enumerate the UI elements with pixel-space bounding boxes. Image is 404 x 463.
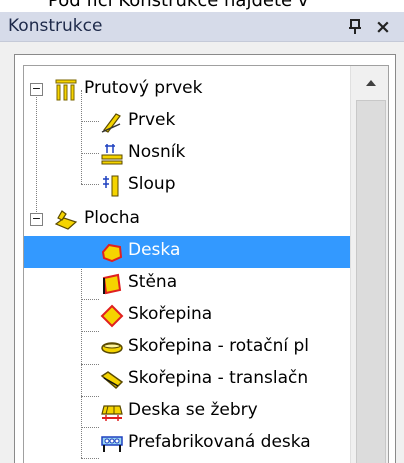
tree-item-stena[interactable]: Stěna (24, 268, 350, 300)
tree-item-skorepina[interactable]: Skořepina (24, 300, 350, 332)
rotational-shell-icon (101, 342, 123, 354)
tree-item-skorepina-translacni[interactable]: Skořepina - translačn (24, 364, 350, 396)
tree-item-member-group[interactable]: − Prutový prvek (24, 74, 350, 106)
panel-body: − Prutový prvek Prvek Nosník Sloup − Plo… (0, 42, 404, 463)
collapse-toggle[interactable]: − (30, 83, 43, 96)
scroll-thumb[interactable] (356, 100, 386, 463)
collapse-toggle[interactable]: − (30, 213, 43, 226)
ribbed-plate-icon (101, 405, 123, 421)
tree-item-deska-se-zebry[interactable]: Deska se žebry (24, 396, 350, 428)
tree-item-surface-group[interactable]: − Plocha (24, 204, 350, 236)
panel-title-bar: Konstrukce × (0, 12, 404, 42)
tree-view[interactable]: − Prutový prvek Prvek Nosník Sloup − Plo… (23, 65, 389, 463)
column-icon (103, 175, 119, 197)
member-group-icon (55, 79, 77, 101)
wall-icon (102, 273, 122, 295)
member-icon (101, 113, 121, 133)
tree-item-label: Deska se žebry (128, 400, 258, 420)
precast-plate-icon (101, 436, 123, 452)
surface-group-icon (54, 210, 78, 230)
tree-item-label: Deska (126, 239, 183, 261)
arrow-up-icon (366, 80, 376, 86)
close-icon: × (375, 16, 391, 38)
tree-item-prvek[interactable]: Prvek (24, 106, 350, 138)
tree-frame: − Prutový prvek Prvek Nosník Sloup − Plo… (14, 54, 396, 463)
tree-item-label: Skořepina - translačn (128, 368, 309, 388)
panel-title: Konstrukce (8, 16, 103, 36)
pin-icon (349, 19, 361, 34)
tree-item-sloup[interactable]: Sloup (24, 170, 350, 202)
scroll-up-button[interactable] (351, 66, 388, 100)
tree-item-label: Skořepina - rotační pl (128, 336, 310, 356)
tree-item-label: Skořepina (128, 304, 213, 324)
close-button[interactable]: × (372, 16, 394, 38)
tree-item-label: Plocha (84, 208, 140, 228)
tree-item-label: Stěna (128, 272, 178, 292)
tree-item-nosnik[interactable]: Nosník (24, 138, 350, 170)
tree-item-deska[interactable]: Deska (24, 236, 350, 268)
pin-button[interactable] (344, 16, 366, 38)
tree-item-label: Prutový prvek (84, 78, 203, 98)
translational-shell-icon (100, 371, 124, 390)
plate-icon (101, 243, 123, 263)
tree-item-label: Nosník (128, 142, 186, 162)
tree-item-prefabrikovana-deska[interactable]: Prefabrikovaná deska (24, 428, 350, 460)
beam-icon (101, 144, 123, 165)
vertical-scrollbar[interactable] (350, 66, 388, 463)
tree-item-label: Sloup (128, 174, 176, 194)
shell-icon (100, 304, 124, 328)
tree-item-label: Prefabrikovaná deska (128, 432, 311, 452)
tree-item-label: Prvek (128, 110, 176, 130)
top-caption: Pod fičí Konstrukce najdete v (48, 0, 309, 11)
tree-item-skorepina-rotacni[interactable]: Skořepina - rotační pl (24, 332, 350, 364)
